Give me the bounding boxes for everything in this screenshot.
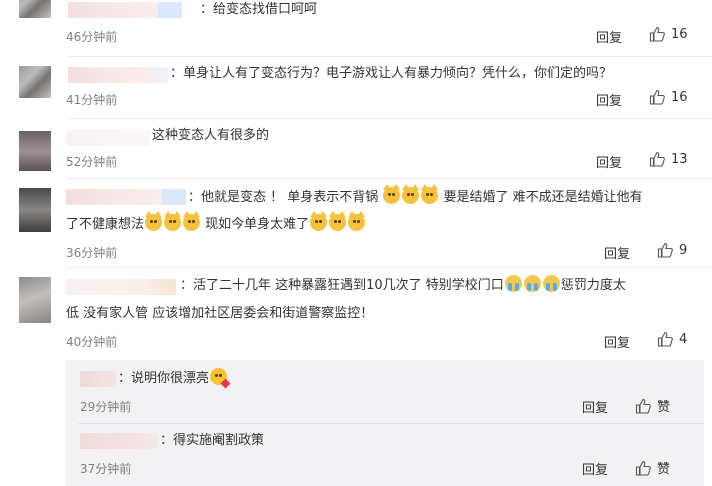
comment-text-line-1: ：活了二十几年 这种暴露狂遇到10几次了 特别学校门口 惩罚力度太: [180, 275, 626, 297]
sub-reply-text: ：得实施阉割政策: [160, 433, 265, 448]
avatar[interactable]: [19, 188, 51, 232]
reply-button[interactable]: 回复: [604, 243, 630, 262]
timestamp: 52分钟前: [66, 155, 118, 169]
username-blurred[interactable]: [80, 371, 116, 387]
username-blurred[interactable]: [66, 130, 150, 146]
timestamp: 40分钟前: [66, 335, 118, 349]
cat-emoji-icon: [145, 211, 163, 231]
like-button[interactable]: 13: [649, 151, 688, 167]
like-label: 赞: [657, 400, 671, 415]
timestamp: 29分钟前: [80, 400, 132, 414]
thumbs-up-icon: [649, 89, 665, 105]
divider: [66, 118, 712, 119]
like-button[interactable]: 赞: [635, 458, 670, 477]
reply-button[interactable]: 回复: [596, 90, 622, 109]
timestamp: 46分钟前: [66, 30, 118, 44]
like-button[interactable]: 16: [649, 89, 688, 105]
thumbs-up-icon: [649, 26, 665, 42]
like-button[interactable]: 4: [657, 331, 687, 347]
like-label: 赞: [657, 462, 671, 477]
comment-text: 这种变态人有很多的: [152, 128, 270, 143]
timestamp: 36分钟前: [66, 246, 118, 260]
crying-emoji-icon: [523, 275, 541, 292]
thumbs-up-icon: [635, 460, 651, 476]
crying-emoji-icon: [504, 275, 522, 292]
sub-reply-text: ：说明你很漂亮: [118, 368, 231, 390]
thumbs-up-icon: [649, 151, 665, 167]
thumbs-up-icon: [657, 242, 673, 258]
reply-button[interactable]: 回复: [596, 27, 622, 46]
cat-emoji-icon: [421, 184, 439, 204]
username-blurred[interactable]: [80, 433, 158, 449]
divider: [66, 267, 712, 268]
comment-text-line-2: 了不健康想法 现如今单身太难了: [66, 211, 366, 236]
heart-face-emoji-icon: [210, 368, 231, 389]
like-count: 16: [671, 89, 688, 105]
cat-emoji-icon: [383, 184, 401, 204]
username-blurred[interactable]: [68, 67, 168, 83]
timestamp: 41分钟前: [66, 93, 118, 107]
comment-text: ：给变态找借口呵呵: [200, 2, 318, 17]
reply-button[interactable]: 回复: [604, 332, 630, 351]
like-count: 9: [679, 242, 688, 258]
avatar[interactable]: [19, 277, 51, 323]
like-button[interactable]: 16: [649, 26, 688, 42]
avatar[interactable]: [19, 131, 51, 171]
like-count: 16: [671, 26, 688, 42]
avatar[interactable]: [19, 66, 51, 98]
divider: [66, 178, 712, 179]
cat-emoji-icon: [310, 211, 328, 231]
username-blurred[interactable]: [68, 2, 182, 18]
cat-emoji-icon: [164, 211, 182, 231]
avatar[interactable]: [19, 0, 51, 18]
reply-button[interactable]: 回复: [582, 397, 608, 416]
divider: [78, 423, 704, 424]
cat-emoji-icon: [183, 211, 201, 231]
divider: [66, 56, 712, 57]
cat-emoji-icon: [402, 184, 420, 204]
thumbs-up-icon: [635, 398, 651, 414]
reply-button[interactable]: 回复: [596, 152, 622, 171]
cat-emoji-icon: [329, 211, 347, 231]
reply-button[interactable]: 回复: [582, 459, 608, 478]
like-count: 4: [679, 331, 688, 347]
crying-emoji-icon: [542, 275, 560, 292]
comment-text-line-1: ：他就是变态 ！ 单身表示不背锅 要是结婚了 难不成还是结婚让他有: [188, 184, 643, 209]
cat-emoji-icon: [348, 211, 366, 231]
username-blurred[interactable]: [66, 189, 186, 205]
username-blurred[interactable]: [66, 279, 176, 295]
comment-text: ：单身让人有了变态行为？电子游戏让人有暴力倾向？凭什么，你们定的吗？: [170, 66, 613, 81]
timestamp: 37分钟前: [80, 462, 132, 476]
comment-text-line-2: 低 没有家人管 应该增加社区居委会和街道警察监控！: [66, 306, 374, 321]
thumbs-up-icon: [657, 331, 673, 347]
like-button[interactable]: 赞: [635, 396, 670, 415]
like-button[interactable]: 9: [657, 242, 687, 258]
like-count: 13: [671, 151, 688, 167]
